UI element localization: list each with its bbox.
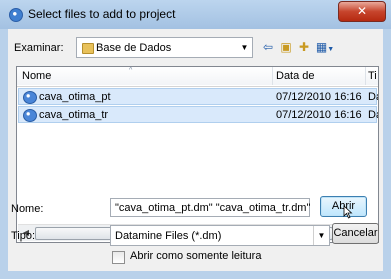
file-date: 07/12/2010 16:16 [276, 91, 362, 103]
look-in-combo[interactable]: Base de Dados ▼ [76, 37, 253, 58]
open-file-dialog: Select files to add to project ✕ Examina… [0, 0, 391, 279]
file-type-value: Datamine Files (*.dm) [115, 230, 222, 242]
file-type-combo[interactable]: Datamine Files (*.dm) ▼ [110, 225, 330, 246]
sort-arrow-icon: ^ [129, 67, 133, 74]
file-name-value: "cava_otima_pt.dm" "cava_otima_tr.dm" [115, 202, 311, 214]
file-type: Da [368, 91, 378, 103]
file-name: cava_otima_pt [39, 91, 111, 103]
column-header-row: Nome ^ Data de modificaç... Ti [17, 67, 378, 100]
new-folder-icon[interactable]: ✚ [297, 38, 311, 56]
readonly-label: Abrir como somente leitura [130, 250, 262, 262]
column-header-type[interactable]: Ti [366, 67, 378, 85]
dialog-body: Examinar: Base de Dados ▼ ⇦ ▣ ✚ ▦▼ Nome … [8, 29, 383, 271]
file-date: 07/12/2010 16:16 [276, 109, 362, 121]
close-button[interactable]: ✕ [338, 1, 386, 22]
file-name-input[interactable]: "cava_otima_pt.dm" "cava_otima_tr.dm" [110, 198, 310, 217]
folder-icon [82, 43, 94, 54]
views-menu-icon[interactable]: ▦▼ [315, 38, 335, 56]
mouse-cursor-icon [343, 205, 353, 219]
readonly-checkbox[interactable] [112, 251, 125, 264]
list-item[interactable]: cava_otima_pt 07/12/2010 16:16 Da [18, 88, 378, 105]
title-bar: Select files to add to project ✕ [0, 0, 391, 29]
datamine-file-icon [23, 91, 37, 104]
chevron-down-icon[interactable]: ▼ [237, 38, 252, 57]
file-name-label: Nome: [11, 203, 44, 215]
up-folder-icon[interactable]: ▣ [279, 38, 293, 56]
list-item[interactable]: cava_otima_tr 07/12/2010 16:16 Da [18, 106, 378, 123]
file-type: Da [368, 109, 378, 121]
app-icon [9, 8, 23, 22]
column-header-date[interactable]: Data de modificaç... [273, 67, 366, 100]
column-header-name[interactable]: Nome ^ [17, 67, 273, 85]
file-type-label: Tipo: [11, 230, 36, 242]
look-in-value: Base de Dados [96, 42, 172, 54]
look-in-label: Examinar: [14, 42, 64, 54]
file-name: cava_otima_tr [39, 109, 109, 121]
window-title: Select files to add to project [28, 7, 176, 21]
chevron-down-icon[interactable]: ▼ [313, 226, 329, 245]
datamine-file-icon [23, 109, 37, 122]
cancel-button[interactable]: Cancelar [332, 223, 379, 244]
back-arrow-icon[interactable]: ⇦ [261, 38, 275, 56]
